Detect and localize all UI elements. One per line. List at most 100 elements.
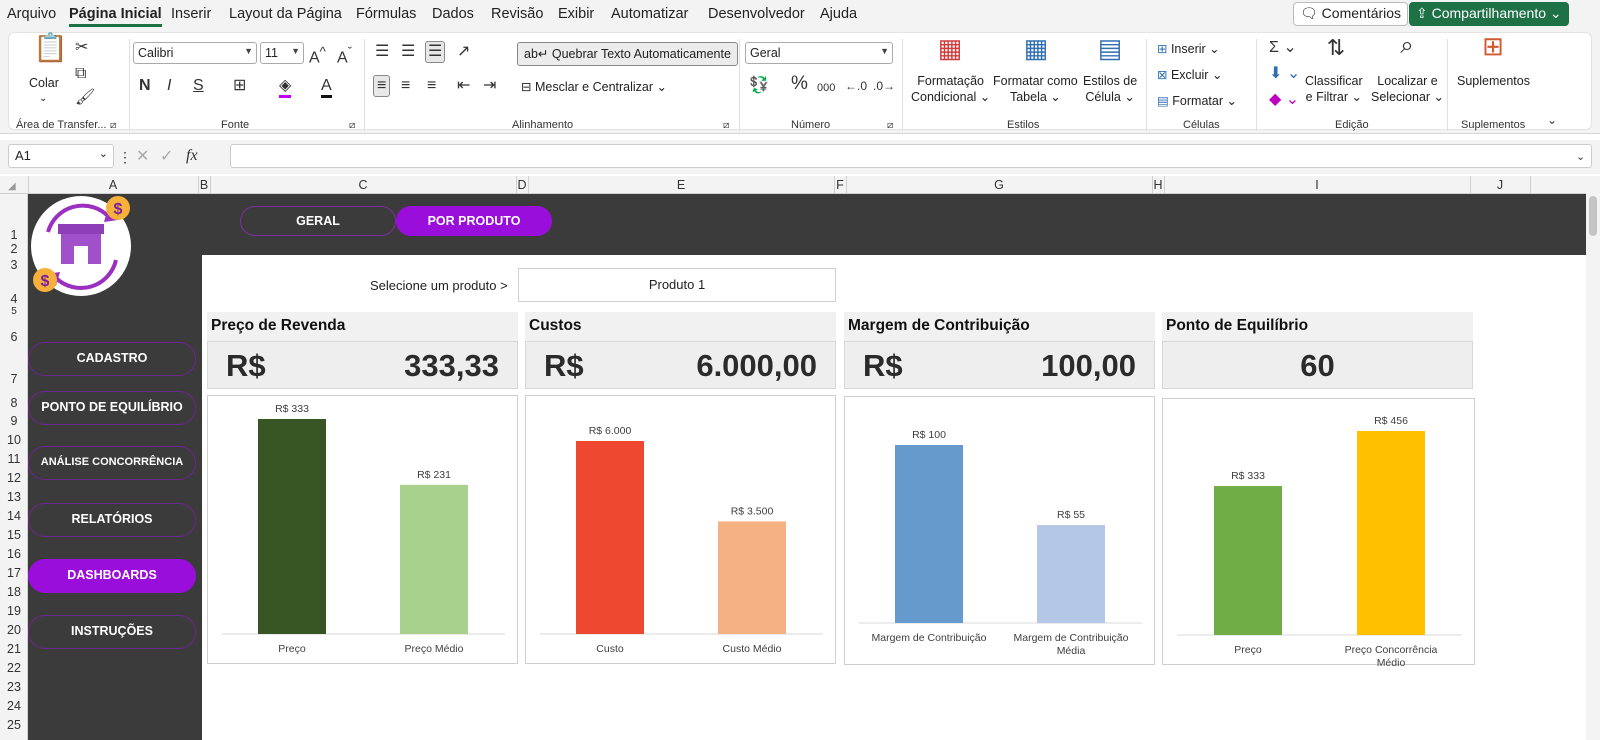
col-j[interactable]: J — [1470, 178, 1530, 192]
row-6[interactable]: 6 — [0, 330, 28, 344]
number-launcher-icon[interactable]: ⧄ — [887, 117, 893, 135]
cancel-icon[interactable]: ✕ — [136, 148, 149, 166]
row-19[interactable]: 19 — [0, 604, 28, 618]
format-as-table-button[interactable]: Formatar como Tabela ⌄ — [993, 73, 1078, 105]
nav-relatorios[interactable]: RELATÓRIOS — [28, 503, 196, 537]
currency-icon[interactable]: 💱 — [749, 77, 769, 95]
nav-dashboards[interactable]: DASHBOARDS — [28, 559, 196, 593]
align-bottom-icon[interactable]: ☰ — [425, 41, 446, 63]
tab-geral[interactable]: GERAL — [240, 206, 396, 236]
menu-dados[interactable]: Dados — [432, 6, 474, 22]
col-i[interactable]: I — [1164, 178, 1470, 192]
cut-icon[interactable]: ✂ — [75, 39, 88, 57]
format-as-table-icon[interactable]: ▦ — [1020, 35, 1052, 69]
col-g[interactable]: G — [846, 178, 1152, 192]
format-cells-button[interactable]: ▤ Formatar ⌄ — [1157, 93, 1237, 109]
col-b[interactable]: B — [198, 178, 210, 192]
bar-1[interactable] — [576, 441, 644, 634]
row-7[interactable]: 7 — [0, 372, 28, 386]
chart-preco[interactable]: R$ 333 Preço R$ 231 Preço Médio — [207, 395, 518, 664]
font-size-select[interactable]: 11 ▼ — [260, 42, 304, 64]
font-color-icon[interactable]: A — [321, 77, 332, 98]
copy-icon[interactable]: ⧉ — [75, 65, 86, 83]
row-22[interactable]: 22 — [0, 661, 28, 675]
row-16[interactable]: 16 — [0, 547, 28, 561]
nav-ponto-de-equilibrio[interactable]: PONTO DE EQUILÍBRIO — [28, 391, 196, 425]
comments-button[interactable]: 🗨 Comentários — [1293, 2, 1409, 26]
menu-arquivo[interactable]: Arquivo — [7, 6, 56, 22]
clipboard-launcher-icon[interactable]: ⧄ — [110, 117, 116, 135]
paste-dropdown-icon[interactable]: ⌄ — [39, 91, 47, 107]
decrease-decimal-icon[interactable]: .0→ — [873, 77, 895, 95]
align-left-icon[interactable]: ≡ — [373, 75, 391, 97]
borders-icon[interactable]: ⊞ — [233, 77, 246, 95]
col-e[interactable]: E — [528, 178, 834, 192]
cell-styles-icon[interactable]: ▤ — [1094, 35, 1126, 69]
nav-instrucoes[interactable]: INSTRUÇÕES — [28, 615, 196, 649]
more-options-icon[interactable]: ⋮ — [118, 148, 132, 166]
row-4[interactable]: 4 — [0, 292, 28, 306]
delete-cells-button[interactable]: ⊠ Excluir ⌄ — [1157, 67, 1222, 83]
row-24[interactable]: 24 — [0, 699, 28, 713]
addins-icon[interactable]: ⊞ — [1477, 33, 1509, 69]
insert-function-button[interactable]: fx — [186, 147, 198, 165]
clear-icon[interactable]: ◆ ⌄ — [1269, 91, 1299, 109]
menu-desenvolvedor[interactable]: Desenvolvedor — [708, 6, 805, 22]
expand-formula-icon[interactable]: ⌄ — [1576, 148, 1585, 166]
bar-1[interactable] — [1214, 486, 1282, 635]
row-12[interactable]: 12 — [0, 471, 28, 485]
row-20[interactable]: 20 — [0, 623, 28, 637]
font-name-select[interactable]: Calibri ▼ — [133, 42, 257, 64]
row-17[interactable]: 17 — [0, 566, 28, 580]
insert-cells-button[interactable]: ⊞ Inserir ⌄ — [1157, 41, 1220, 57]
share-button[interactable]: ⇪ Compartilhamento ⌄ — [1409, 2, 1569, 26]
chart-margem[interactable]: R$ 100 Margem de Contribuição R$ 55 Margem … — [844, 396, 1155, 665]
addins-button[interactable]: Suplementos — [1457, 73, 1530, 89]
paste-button[interactable]: Colar — [29, 75, 59, 91]
name-box[interactable]: A1 ⌄ — [8, 144, 114, 168]
row-13[interactable]: 13 — [0, 490, 28, 504]
merge-center-button[interactable]: ⊟ Mesclar e Centralizar ⌄ — [521, 79, 667, 95]
alignment-launcher-icon[interactable]: ⧄ — [723, 117, 729, 135]
row-5[interactable]: 5 — [0, 306, 28, 317]
col-a[interactable]: A — [28, 178, 198, 192]
row-21[interactable]: 21 — [0, 642, 28, 656]
increase-decimal-icon[interactable]: ←.0 — [845, 77, 867, 95]
row-9[interactable]: 9 — [0, 414, 28, 428]
thousands-button[interactable]: 000 — [817, 79, 835, 97]
increase-indent-icon[interactable]: ⇥ — [483, 77, 496, 95]
orientation-icon[interactable]: ↗ — [457, 43, 470, 61]
decrease-font-icon[interactable]: Aˇ — [337, 43, 352, 67]
paste-icon[interactable]: 📋 — [33, 34, 68, 73]
row-15[interactable]: 15 — [0, 528, 28, 542]
row-11[interactable]: 11 — [0, 452, 28, 466]
scrollbar-thumb[interactable] — [1589, 196, 1597, 236]
bar-2[interactable] — [400, 484, 468, 634]
chart-custos[interactable]: R$ 6.000 Custo R$ 3.500 Custo Médio — [525, 395, 836, 664]
autosum-icon[interactable]: Σ ⌄ — [1269, 39, 1297, 57]
font-launcher-icon[interactable]: ⧄ — [349, 117, 355, 135]
cell-styles-button[interactable]: Estilos de Célula ⌄ — [1083, 73, 1137, 105]
fill-icon[interactable]: ⬇ ⌄ — [1269, 65, 1300, 83]
menu-formulas[interactable]: Fórmulas — [356, 6, 416, 22]
col-d[interactable]: D — [516, 178, 528, 192]
col-c[interactable]: C — [210, 178, 516, 192]
menu-exibir[interactable]: Exibir — [558, 6, 594, 22]
format-painter-icon[interactable]: 🖌 — [75, 89, 95, 107]
col-f[interactable]: F — [834, 178, 846, 192]
align-center-icon[interactable]: ≡ — [401, 77, 410, 95]
row-8[interactable]: 8 — [0, 396, 28, 410]
row-23[interactable]: 23 — [0, 680, 28, 694]
row-18[interactable]: 18 — [0, 585, 28, 599]
row-14[interactable]: 14 — [0, 509, 28, 523]
find-select-button[interactable]: Localizar e Selecionar ⌄ — [1371, 73, 1444, 105]
col-h[interactable]: H — [1152, 178, 1164, 192]
bar-2[interactable] — [718, 521, 786, 634]
increase-font-icon[interactable]: A^ — [309, 43, 326, 67]
align-middle-icon[interactable]: ☰ — [401, 43, 415, 61]
menu-automatizar[interactable]: Automatizar — [611, 6, 688, 22]
menu-inserir[interactable]: Inserir — [171, 6, 211, 22]
number-format-select[interactable]: Geral ▼ — [745, 42, 893, 64]
row-2[interactable]: 2 — [0, 242, 28, 256]
product-selector[interactable]: Produto 1 — [518, 268, 836, 302]
